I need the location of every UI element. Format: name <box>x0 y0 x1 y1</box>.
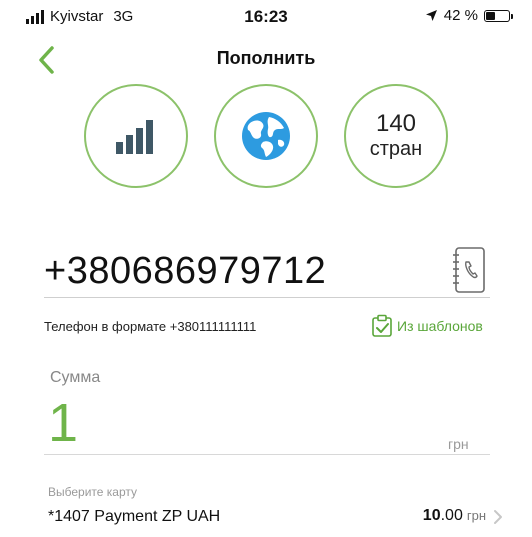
amount-underline <box>44 454 490 455</box>
phone-input[interactable]: +380686979712 <box>44 250 326 293</box>
chevron-right-icon[interactable] <box>492 509 504 525</box>
clipboard-check-icon <box>372 314 392 337</box>
amount-currency: грн <box>448 436 469 452</box>
contacts-book-icon[interactable] <box>450 245 490 295</box>
battery-icon <box>484 9 513 22</box>
phone-format-hint: Телефон в формате +380111111111 <box>44 319 257 334</box>
fee-unit: грн <box>466 508 486 523</box>
templates-button[interactable]: Из шаблонов <box>371 314 483 338</box>
page-title: Пополнить <box>216 48 316 68</box>
status-right: 42 % <box>425 7 513 24</box>
battery-percent: 42 % <box>443 7 478 24</box>
location-arrow-icon <box>425 10 437 21</box>
mobile-topup-option[interactable] <box>84 84 188 188</box>
amount-label: Сумма <box>50 369 101 386</box>
amount-input[interactable]: 1 <box>48 392 78 454</box>
countries-label: стран <box>369 138 423 160</box>
status-bar: Kyivstar 3G 16:23 42 % <box>0 0 532 32</box>
card-select-label: Выберите карту <box>48 485 138 499</box>
phone-underline <box>44 297 490 298</box>
fee-whole: 10 <box>422 507 441 524</box>
fee-amount[interactable]: 10.00 грн <box>423 507 486 525</box>
selected-card[interactable]: *1407 Payment ZP UAH <box>48 508 220 526</box>
countries-count: 140 <box>375 110 417 137</box>
globe-icon <box>242 112 290 160</box>
signal-bars-icon <box>116 120 153 154</box>
international-option[interactable] <box>214 84 318 188</box>
templates-label: Из шаблонов <box>397 318 483 334</box>
fee-decimal: .00 <box>440 507 463 524</box>
countries-count-option[interactable]: 140 стран <box>344 84 448 188</box>
